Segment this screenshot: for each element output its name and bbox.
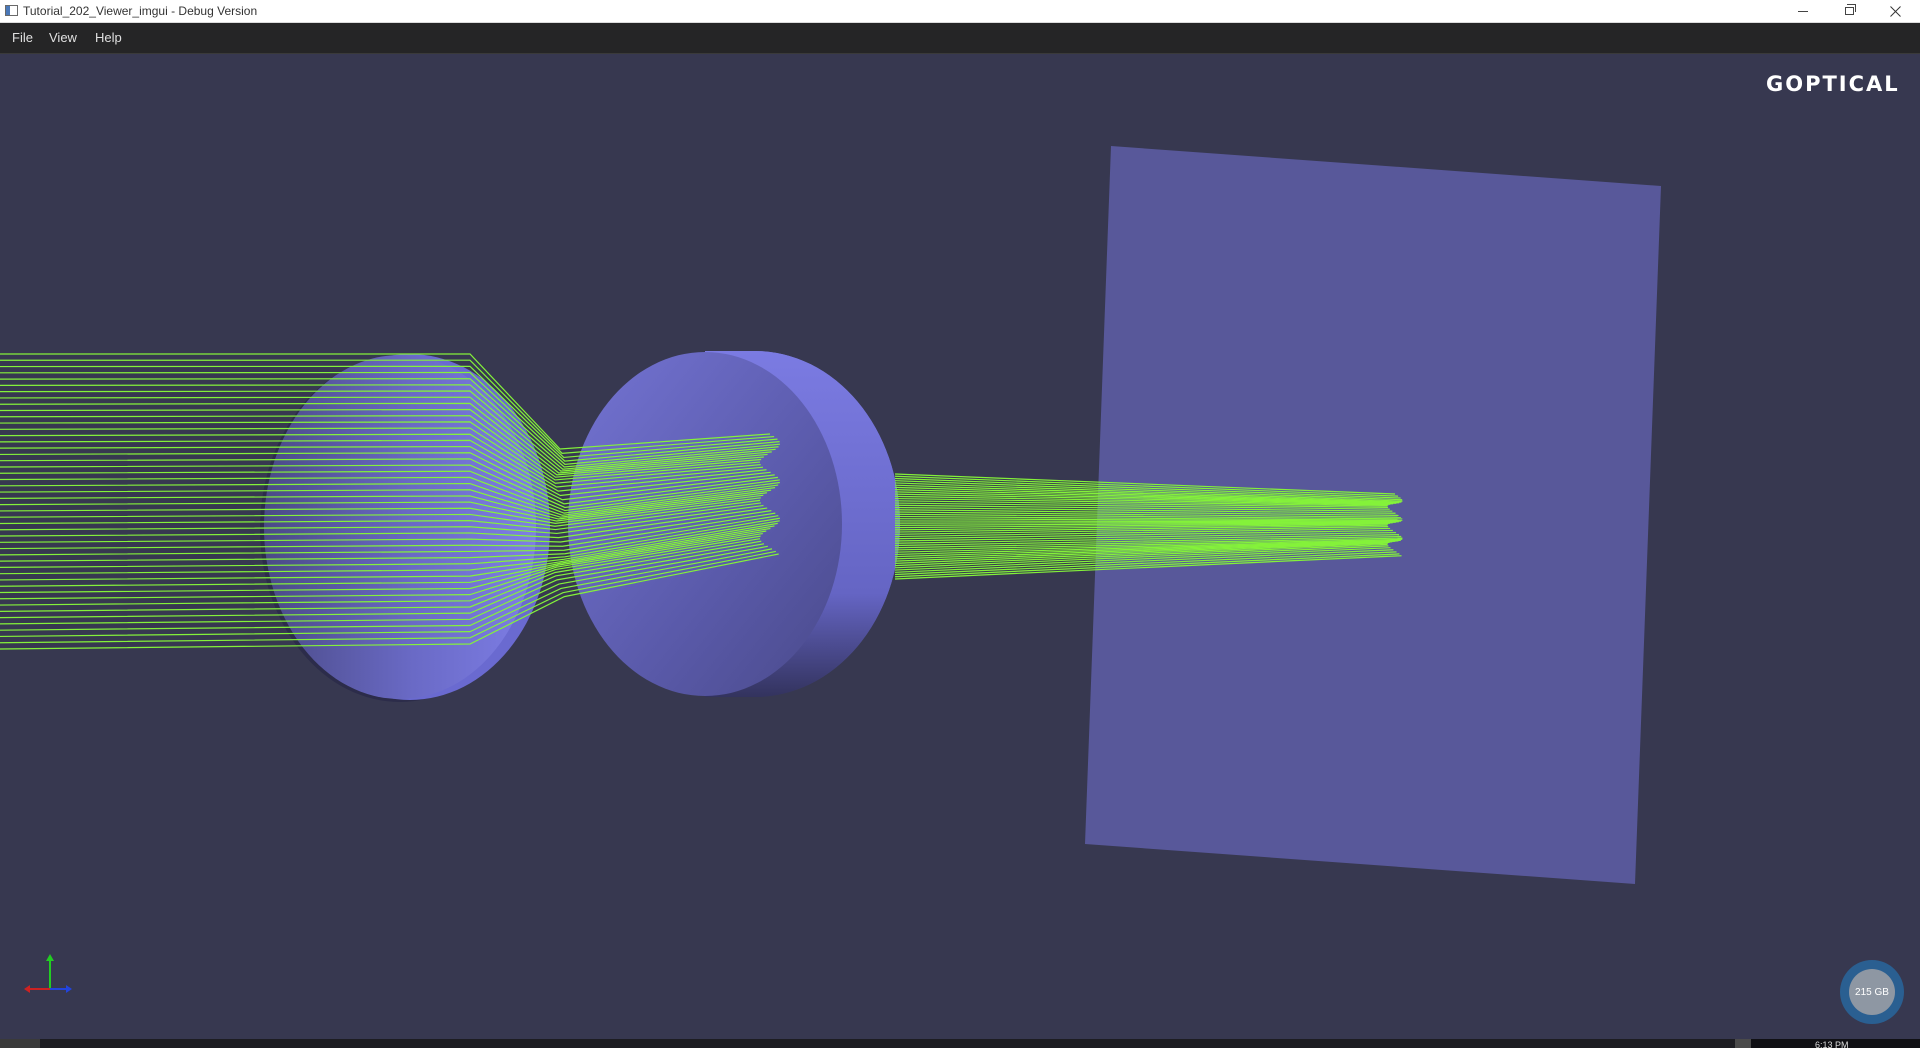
- close-icon: [1889, 5, 1901, 17]
- scene-canvas: [0, 146, 1661, 993]
- window-title: Tutorial_202_Viewer_imgui - Debug Versio…: [23, 4, 258, 18]
- taskbar-strip: [0, 1039, 1920, 1048]
- menu-file[interactable]: File: [12, 30, 33, 45]
- x-axis-arrow-icon: [24, 985, 30, 993]
- app-icon: [5, 5, 18, 16]
- restore-icon: [1844, 4, 1856, 15]
- goptical-logo: GOPTICAL: [1766, 72, 1900, 96]
- window-titlebar: Tutorial_202_Viewer_imgui - Debug Versio…: [0, 0, 1920, 23]
- close-button[interactable]: [1872, 0, 1918, 22]
- menu-bar: File View Help: [0, 23, 1920, 54]
- axes-gizmo: [24, 954, 72, 993]
- minimize-button[interactable]: [1780, 0, 1826, 22]
- menu-view[interactable]: View: [49, 30, 77, 45]
- restore-button[interactable]: [1826, 0, 1872, 22]
- taskbar-clock: 6:13 PM: [1815, 1041, 1849, 1048]
- z-axis-arrow-icon: [66, 985, 72, 993]
- lens-2: [568, 351, 900, 697]
- disk-usage-label: 215 GB: [1849, 969, 1895, 1015]
- disk-usage-badge[interactable]: 215 GB: [1840, 960, 1904, 1024]
- 3d-viewport[interactable]: [0, 54, 1920, 1039]
- y-axis-arrow-icon: [46, 954, 54, 961]
- minimize-icon: [1798, 10, 1808, 12]
- menu-help[interactable]: Help: [95, 30, 122, 45]
